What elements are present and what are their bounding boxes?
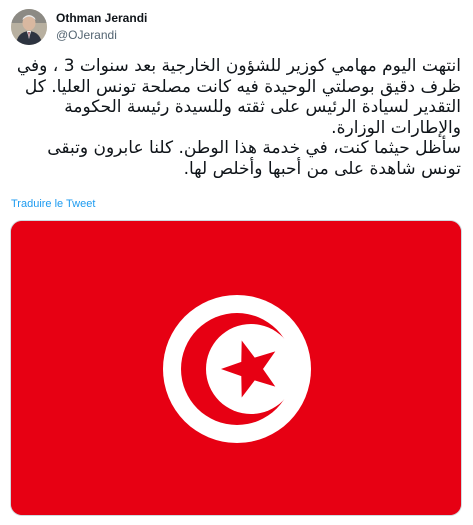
author-name[interactable]: Othman Jerandi [56,11,147,25]
translate-tweet-link[interactable]: Traduire le Tweet [11,198,95,210]
tweet-text: انتهت اليوم مهامي كوزير للشؤون الخارجية … [11,56,461,179]
tweet-paragraph: انتهت اليوم مهامي كوزير للشؤون الخارجية … [16,56,461,138]
tweet: Othman Jerandi @OJerandi انتهت اليوم مها… [0,0,473,525]
avatar-image [11,9,47,45]
tunisia-flag-image [11,221,461,515]
avatar[interactable] [11,9,47,45]
tweet-media-image[interactable] [10,220,462,516]
tweet-paragraph: سأظل حيثما كنت، في خدمة هذا الوطن. كلنا … [47,138,461,179]
author-handle[interactable]: @OJerandi [56,28,117,42]
